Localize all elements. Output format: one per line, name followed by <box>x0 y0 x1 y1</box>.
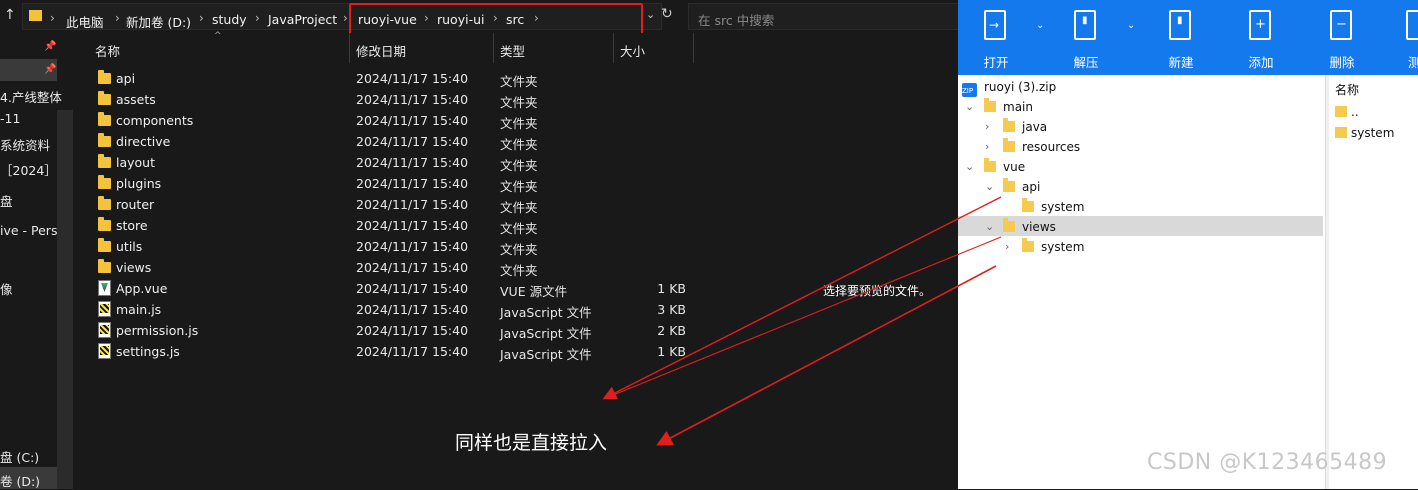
drag-arrow <box>605 236 1002 399</box>
drag-arrow <box>656 265 997 446</box>
drag-annotation-arrows <box>602 196 1002 446</box>
watermark: CSDN @K123465489 <box>1147 450 1388 475</box>
